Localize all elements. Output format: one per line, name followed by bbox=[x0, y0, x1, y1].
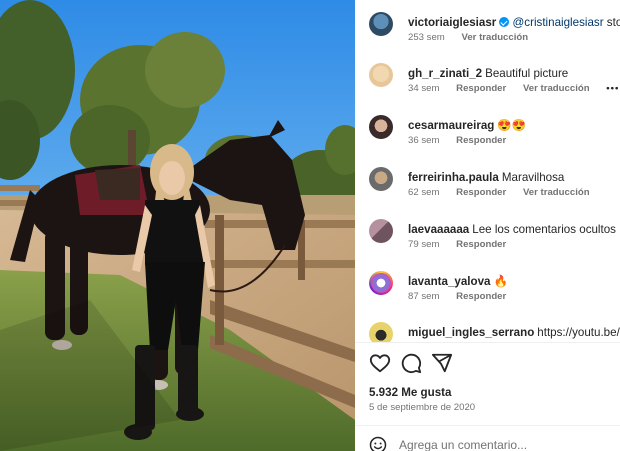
comment-row: miguel_ingles_serranohttps://youtu.be/M4 bbox=[369, 322, 620, 342]
commenter-avatar[interactable] bbox=[369, 167, 393, 191]
commenter-avatar[interactable] bbox=[369, 115, 393, 139]
heart-icon[interactable] bbox=[369, 352, 391, 374]
divider bbox=[355, 342, 620, 343]
comment-age: 36 sem bbox=[408, 135, 440, 146]
commenter-avatar[interactable] bbox=[369, 219, 393, 243]
comment-icon[interactable] bbox=[400, 352, 422, 374]
author-avatar[interactable] bbox=[369, 12, 393, 36]
comment-age: 87 sem bbox=[408, 291, 440, 302]
comment-text: Beautiful picture bbox=[485, 67, 569, 80]
reply-link[interactable]: Responder bbox=[456, 239, 506, 250]
commenter-avatar[interactable] bbox=[369, 63, 393, 87]
likes-count[interactable]: 5.932 Me gusta bbox=[369, 386, 451, 399]
more-options-icon[interactable]: ••• bbox=[606, 83, 619, 94]
comment-row: ferreirinha.paula Maravilhosa 62 sem Resp… bbox=[369, 167, 620, 211]
comment-text: https://youtu.be/M4 bbox=[537, 326, 620, 339]
commenter-username[interactable]: gh_r_zinati_2 bbox=[408, 67, 482, 80]
comment-text: Maravilhosa bbox=[501, 171, 565, 184]
author-username[interactable]: victoriaiglesiasr bbox=[408, 16, 496, 29]
commenter-username[interactable]: ferreirinha.paula bbox=[408, 171, 499, 184]
commenter-username[interactable]: miguel_ingles_serrano bbox=[408, 326, 534, 339]
comment-age: 34 sem bbox=[408, 83, 440, 94]
comment-age: 79 sem bbox=[408, 239, 440, 250]
commenter-username[interactable]: lavanta_yalova bbox=[408, 275, 491, 288]
commenter-username[interactable]: cesarmaureirag bbox=[408, 119, 494, 132]
comment-row: gh_r_zinati_2 Beautiful picture 34 sem Re… bbox=[369, 63, 620, 107]
caption-mention[interactable]: @cristinaiglesiasr bbox=[513, 16, 604, 29]
post-date: 5 de septiembre de 2020 bbox=[369, 402, 476, 413]
comment-input[interactable] bbox=[399, 435, 609, 451]
commenter-avatar[interactable] bbox=[369, 271, 393, 295]
reply-link[interactable]: Responder bbox=[456, 187, 506, 198]
commenter-avatar[interactable] bbox=[369, 322, 393, 342]
comment-text: 🔥 bbox=[493, 275, 508, 288]
photo-woman-with-horse bbox=[0, 0, 355, 451]
share-icon[interactable] bbox=[431, 352, 453, 374]
emoji-icon[interactable] bbox=[369, 436, 387, 451]
reply-link[interactable]: Responder bbox=[456, 83, 506, 94]
comments-list[interactable]: victoriaiglesiasr @cristinaiglesiasr sto… bbox=[355, 0, 620, 342]
comment-age: 62 sem bbox=[408, 187, 440, 198]
comment-row: laevaaaaaa Lee los comentarios ocultos po… bbox=[369, 219, 620, 263]
caption-age: 253 sem bbox=[408, 32, 445, 43]
caption-translate-link[interactable]: Ver traducción bbox=[461, 32, 528, 43]
comment-row: lavanta_yalova 🔥 87 sem Responder bbox=[369, 271, 620, 315]
comment-row: cesarmaureirag 😍😍 36 sem Responder bbox=[369, 115, 620, 159]
post-photo[interactable] bbox=[0, 0, 355, 451]
verified-badge-icon bbox=[499, 17, 510, 27]
comment-text: Lee los comentarios ocultos por bbox=[472, 223, 620, 236]
commenter-username[interactable]: laevaaaaaa bbox=[408, 223, 469, 236]
caption: victoriaiglesiasr @cristinaiglesiasr sto… bbox=[369, 12, 620, 56]
reply-link[interactable]: Responder bbox=[456, 135, 506, 146]
comment-text: 😍😍 bbox=[497, 119, 527, 132]
caption-text: stole y bbox=[606, 16, 620, 29]
reply-link[interactable]: Responder bbox=[456, 291, 506, 302]
translate-link[interactable]: Ver traducción bbox=[523, 187, 590, 198]
translate-link[interactable]: Ver traducción bbox=[523, 83, 590, 94]
post-side-panel: victoriaiglesiasr @cristinaiglesiasr sto… bbox=[355, 0, 620, 451]
add-comment-bar bbox=[355, 426, 620, 451]
